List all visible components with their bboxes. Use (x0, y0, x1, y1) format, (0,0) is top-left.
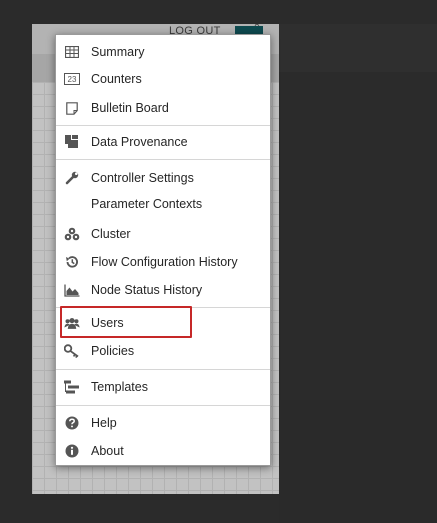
menu-item-label: About (91, 444, 124, 458)
menu-item-label: Summary (91, 45, 145, 59)
menu-item-data-provenance[interactable]: Data Provenance (56, 130, 270, 154)
cluster-icon (64, 226, 80, 242)
background-panel (279, 24, 437, 72)
menu-item-flow-configuration-history[interactable]: Flow Configuration History (56, 250, 270, 274)
menu-separator (56, 405, 270, 406)
menu-item-label: Policies (91, 344, 135, 358)
menu-item-parameter-contexts[interactable]: Parameter Contexts (56, 192, 270, 216)
history-icon (64, 254, 80, 270)
menu-item-label: Parameter Contexts (91, 197, 203, 211)
counters-glyph: 23 (68, 75, 77, 84)
menu-item-label: Cluster (91, 227, 131, 241)
provenance-icon (64, 134, 80, 150)
menu-item-label: Data Provenance (91, 135, 188, 149)
menu-item-policies[interactable]: Policies (56, 339, 270, 363)
menu-item-label: Bulletin Board (91, 101, 169, 115)
wrench-icon (64, 170, 80, 186)
close-icon: × (254, 24, 260, 30)
menu-item-label: Help (91, 416, 117, 430)
menu-item-controller-settings[interactable]: Controller Settings (56, 166, 270, 190)
menu-item-help[interactable]: Help (56, 411, 270, 435)
menu-item-templates[interactable]: Templates (56, 375, 270, 399)
menu-separator (56, 369, 270, 370)
menu-item-label: Flow Configuration History (91, 255, 238, 269)
menu-item-bulletin-board[interactable]: Bulletin Board (56, 96, 270, 120)
counters-icon: 23 (64, 71, 80, 87)
menu-item-cluster[interactable]: Cluster (56, 222, 270, 246)
info-circle-icon (64, 443, 80, 459)
menu-item-about[interactable]: About (56, 439, 270, 463)
menu-item-label: Controller Settings (91, 171, 194, 185)
menu-item-label: Templates (91, 380, 148, 394)
templates-icon (64, 379, 80, 395)
menu-item-label: Node Status History (91, 283, 203, 297)
menu-separator (56, 159, 270, 160)
users-highlight-box (60, 306, 192, 338)
menu-separator (56, 125, 270, 126)
global-menu: Summary 23 Counters Bulletin Board Data … (55, 34, 271, 466)
menu-item-counters[interactable]: 23 Counters (56, 67, 270, 91)
menu-item-node-status-history[interactable]: Node Status History (56, 278, 270, 302)
area-chart-icon (64, 282, 80, 298)
table-icon (64, 44, 80, 60)
bulletin-board-icon (64, 100, 80, 116)
background-panel-bottom (279, 400, 437, 523)
menu-item-label: Counters (91, 72, 142, 86)
menu-item-summary[interactable]: Summary (56, 40, 270, 64)
question-circle-icon (64, 415, 80, 431)
key-icon (64, 343, 80, 359)
